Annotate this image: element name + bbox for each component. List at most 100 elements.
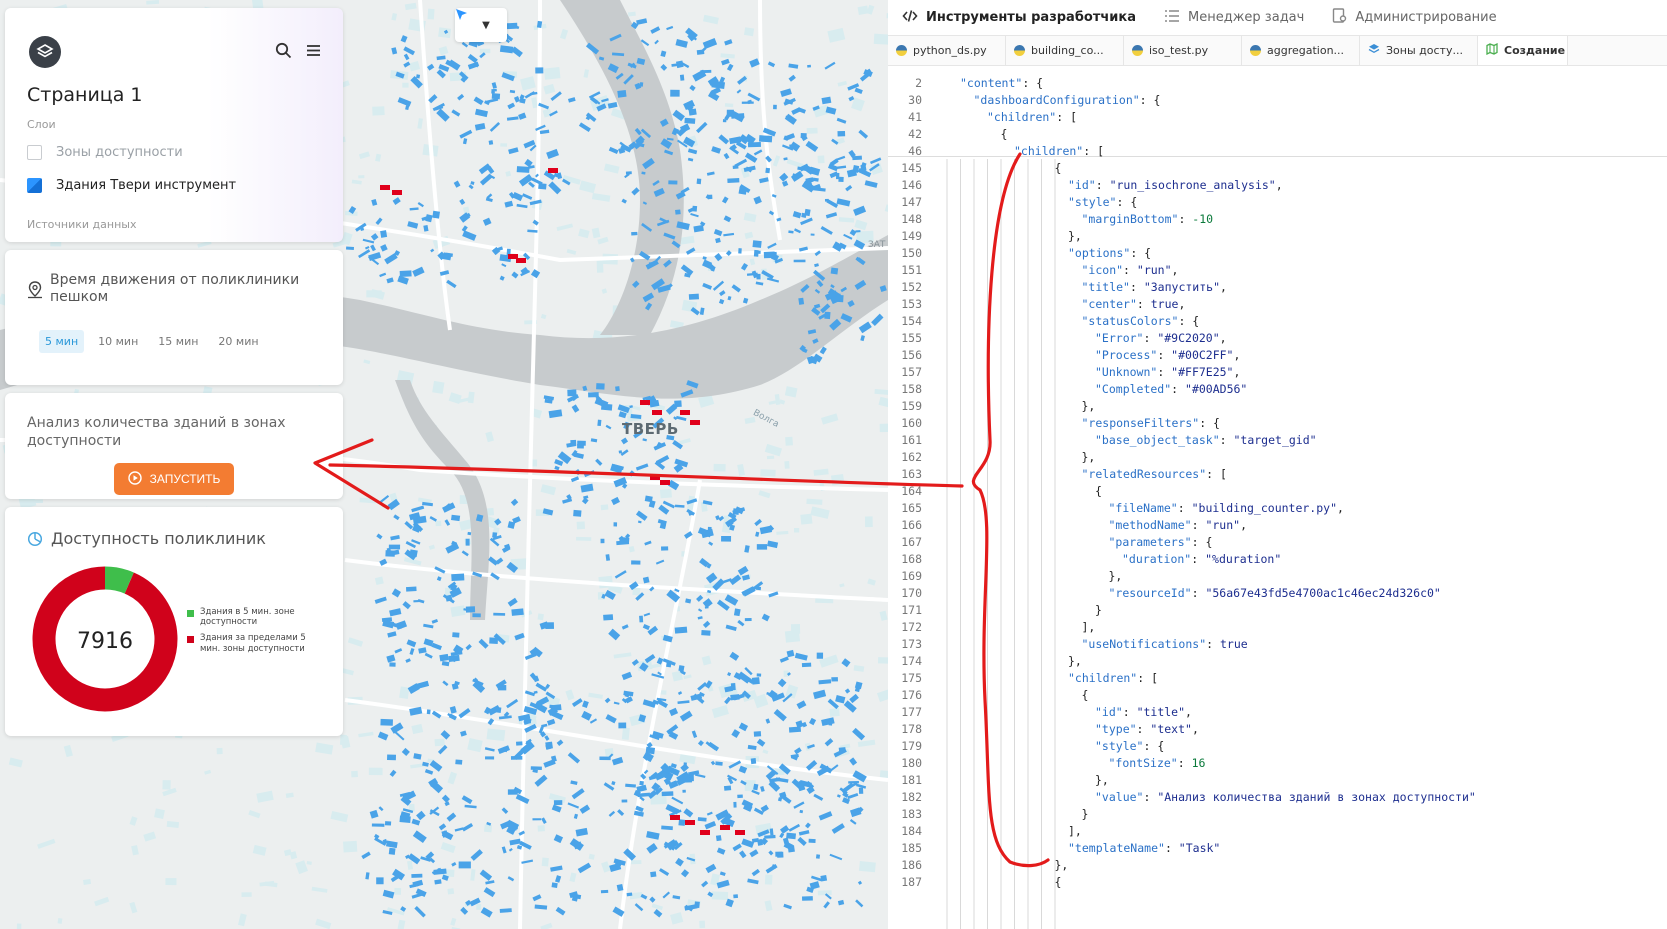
map-building [434,879,442,885]
map-building [650,871,657,878]
map-building [389,662,396,667]
map-building [773,709,787,722]
map-building [693,224,704,233]
code-editor[interactable]: 2 "content": {30 "dashboardConfiguration":… [888,69,1667,929]
line-number: 181 [901,773,922,787]
run-button-label: ЗАПУСТИТЬ [149,472,221,486]
code-text: }, [1108,569,1123,583]
map-building [394,648,403,654]
map-building [573,509,582,517]
map-building [844,688,851,694]
map-building [797,107,806,114]
line-number: 41 [908,110,922,124]
menu-icon[interactable] [305,42,322,63]
map-building [683,762,687,769]
map-building [779,172,789,182]
map-building [845,184,853,192]
map-building [831,823,845,834]
map-building [661,546,669,551]
map-building [427,63,435,71]
line-number: 145 [901,161,922,175]
map-building [387,631,397,638]
map-block [63,744,73,758]
map-block [838,217,855,223]
layer-checkbox-buildings[interactable] [27,178,42,193]
map-building [639,780,644,786]
layer-checkbox-zones[interactable] [27,145,42,160]
option-10-min[interactable]: 10 мин [92,330,144,353]
map-building [721,578,732,584]
map-building [459,198,466,206]
map-building [451,573,465,582]
map-block [878,396,888,409]
map-block [670,912,684,925]
map-building-highlight [392,190,402,195]
map-building [618,722,627,729]
map-building [780,825,790,834]
map-block [434,738,445,747]
chevron-down-icon[interactable]: ▼ [482,20,490,31]
map-building [580,483,594,493]
map-building [754,518,762,527]
file-tab-zones[interactable]: Зоны досту... [1360,36,1478,65]
map-building [830,267,839,275]
map-building [783,903,792,910]
map-building-highlight [690,420,700,425]
tab-dev-tools[interactable]: Инструменты разработчика [902,9,1136,27]
map-block [543,66,561,80]
map-block [438,27,452,39]
map-building [386,654,396,663]
run-button[interactable]: ЗАПУСТИТЬ [114,463,234,495]
map-block [241,892,252,897]
map-building [855,230,861,233]
map-building [646,843,658,854]
layer-item-zones[interactable]: Зоны доступности [27,145,183,160]
map-building [403,46,416,56]
tab-administration[interactable]: Администрирование [1332,8,1497,27]
option-20-min[interactable]: 20 мин [212,330,264,353]
search-icon[interactable] [275,42,292,63]
tab-task-manager[interactable]: Менеджер задач [1164,9,1304,27]
map-block [407,860,414,870]
map-block [391,12,398,21]
map-block [764,900,773,912]
map-building [661,825,673,831]
option-5-min[interactable]: 5 мин [39,330,85,353]
map-building [779,656,789,663]
map-block [450,605,466,618]
map-block [817,155,825,164]
map-building [487,705,501,716]
map-building [597,419,602,427]
option-15-min[interactable]: 15 мин [152,330,204,353]
code-text: "templateName": "Task" [1068,841,1221,855]
map-block [776,530,789,535]
map-building [674,400,682,408]
map-building [727,178,740,183]
map-building [465,606,476,613]
selection-tool-picker[interactable]: ▼ [455,8,507,42]
line-number: 158 [901,382,922,396]
map-building [793,259,806,263]
map-building [362,238,375,244]
file-tab-building-counter[interactable]: building_co... [1006,36,1124,65]
map-building [649,896,656,903]
map-building [675,209,681,215]
map-building-highlight [660,480,670,485]
file-tab-aggregation[interactable]: aggregation... [1242,36,1360,65]
map-building [431,642,442,651]
map-block [821,413,839,425]
map-building [756,544,768,550]
file-tab-python-ds[interactable]: python_ds.py [888,36,1006,65]
file-tab-iso-test[interactable]: iso_test.py [1124,36,1242,65]
layer-item-buildings[interactable]: Здания Твери инструмент [27,178,236,193]
map-building [687,148,698,155]
app-logo[interactable] [29,36,61,68]
code-text: "dashboardConfiguration": { [973,93,1161,107]
travel-time-title: Время движения от поликлиники пешком [50,272,300,305]
map-building [732,165,739,170]
map-building [567,389,577,397]
map-building [611,756,624,766]
code-text: "statusColors": { [1081,314,1200,328]
map-building [737,619,745,627]
file-tab-create[interactable]: Создание ... [1478,36,1568,65]
